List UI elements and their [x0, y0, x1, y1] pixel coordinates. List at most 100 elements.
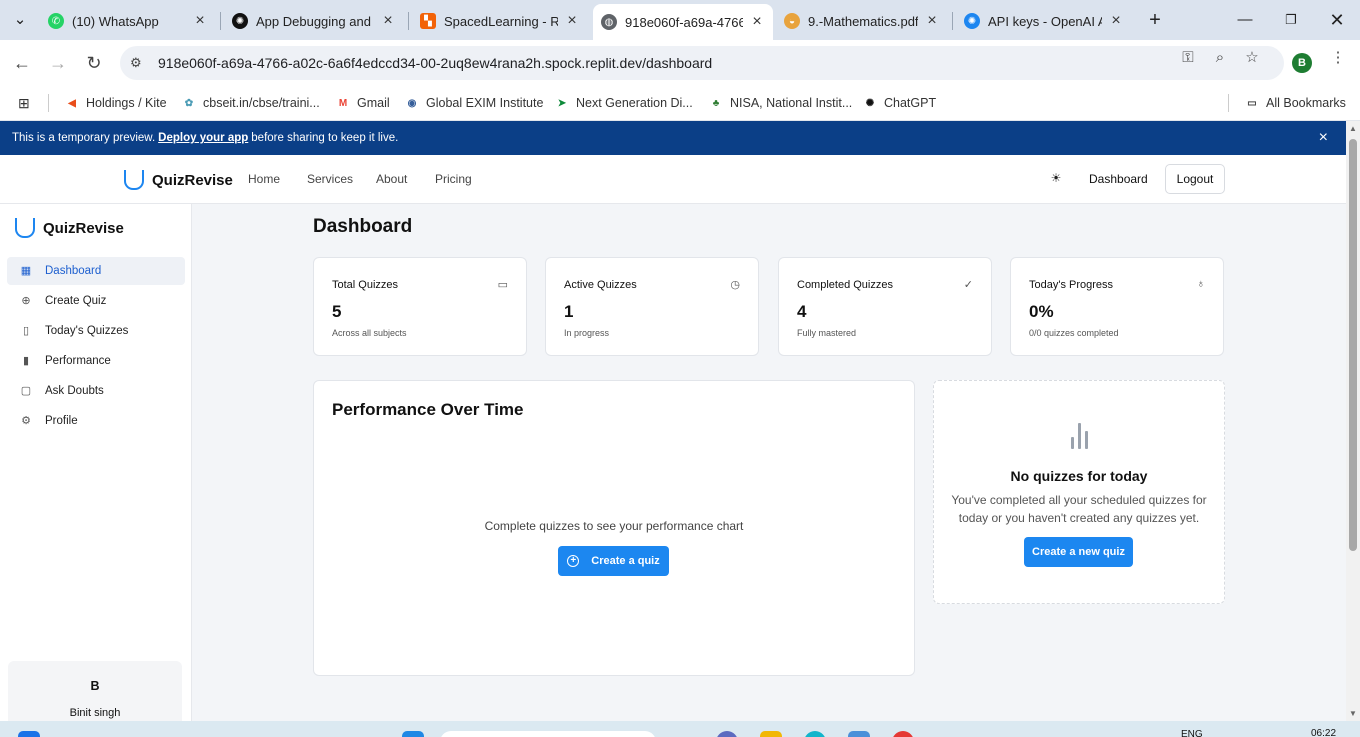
stat-value: 0%	[1029, 302, 1054, 321]
apps-grid-icon[interactable]: ⊞	[18, 93, 30, 113]
close-tab-icon[interactable]: ×	[380, 12, 396, 30]
sidebar-item-ask-doubts[interactable]: ▢ Ask Doubts	[7, 377, 185, 405]
close-icon[interactable]: ×	[1319, 129, 1328, 147]
browser-tab-chatgpt[interactable]: ✺ App Debugging and ×	[224, 6, 404, 36]
nav-services[interactable]: Services	[307, 172, 353, 186]
scrollbar-thumb[interactable]	[1349, 139, 1357, 551]
tab-label: (10) WhatsApp	[72, 13, 159, 29]
sidebar-brand[interactable]: QuizRevise	[15, 218, 124, 238]
stat-subtitle: Across all subjects	[332, 328, 407, 338]
whatsapp-icon: ✆	[48, 13, 64, 29]
scroll-up-icon[interactable]: ▲	[1349, 124, 1357, 133]
globe-icon: ◍	[601, 14, 617, 30]
app-navbar: QuizRevise Home Services About Pricing ☀…	[0, 155, 1346, 204]
nav-pricing[interactable]: Pricing	[435, 172, 472, 186]
create-quiz-button[interactable]: + Create a quiz	[558, 546, 669, 576]
forward-icon[interactable]: →	[45, 50, 71, 76]
menu-dots-icon[interactable]: ⋮	[1328, 48, 1348, 68]
bar-chart-icon: ▮	[22, 355, 30, 367]
close-tab-icon[interactable]: ×	[924, 12, 940, 30]
edge-icon[interactable]	[804, 731, 826, 737]
page-title: Dashboard	[313, 216, 413, 237]
page-scrollbar[interactable]: ▲ ▼	[1346, 121, 1360, 721]
browser-tab-replit[interactable]: ▚ SpacedLearning - Rep ×	[412, 6, 588, 36]
close-window-icon[interactable]: ✕	[1325, 8, 1349, 32]
chatgpt-icon: ✺	[865, 97, 875, 109]
bookmark-star-icon[interactable]: ☆	[1242, 48, 1262, 68]
replit-icon: ▚	[420, 13, 436, 29]
bookmark-exim[interactable]: ◉ Global EXIM Institute	[404, 93, 544, 113]
button-label: Create a new quiz	[1032, 546, 1125, 558]
bookmark-next-gen[interactable]: ➤ Next Generation Di...	[554, 93, 693, 113]
stat-subtitle: 0/0 quizzes completed	[1029, 328, 1119, 338]
avatar: B	[90, 679, 100, 693]
close-tab-icon[interactable]: ×	[192, 12, 208, 30]
stat-card-active: Active Quizzes ◷ 1 In progress	[545, 257, 759, 356]
deploy-link[interactable]: Deploy your app	[158, 132, 248, 144]
tab-label: SpacedLearning - Rep	[444, 13, 558, 29]
taskbar-search-box[interactable]	[440, 731, 656, 737]
new-tab-icon[interactable]: +	[1143, 8, 1167, 32]
bookmark-chatgpt[interactable]: ✺ ChatGPT	[862, 93, 936, 113]
stat-card-completed: Completed Quizzes ✓ 4 Fully mastered	[778, 257, 992, 356]
navbar-brand[interactable]: QuizRevise	[124, 170, 233, 190]
sidebar-item-profile[interactable]: ⚙ Profile	[7, 407, 185, 435]
tab-divider	[408, 12, 409, 30]
arrow-icon: ➤	[557, 97, 567, 109]
bookmark-gmail[interactable]: M Gmail	[335, 93, 390, 113]
all-bookmarks[interactable]: ▭ All Bookmarks	[1244, 93, 1346, 113]
store-icon[interactable]	[848, 731, 870, 737]
nav-dashboard[interactable]: Dashboard	[1089, 172, 1148, 186]
sidebar-item-create-quiz[interactable]: ⊕ Create Quiz	[7, 287, 185, 315]
file-explorer-icon[interactable]	[760, 731, 782, 737]
tab-divider	[952, 12, 953, 30]
empty-state-title: No quizzes for today	[1010, 468, 1148, 484]
browser-tab-whatsapp[interactable]: ✆ (10) WhatsApp ×	[40, 6, 216, 36]
password-key-icon[interactable]: ⚿	[1178, 48, 1198, 68]
openai-icon: ✺	[964, 13, 980, 29]
bookmark-cbseit[interactable]: ✿ cbseit.in/cbse/traini...	[181, 93, 320, 113]
bookmark-kite[interactable]: ◀ Holdings / Kite	[64, 93, 166, 113]
scroll-down-icon[interactable]: ▼	[1349, 709, 1357, 718]
site-info-icon[interactable]: ⚙	[130, 55, 148, 71]
clock[interactable]: 06:22	[1311, 728, 1336, 737]
browser-toolbar: ← → ↻ ⚙ 918e060f-a69a-4766-a02c-6a6f4edc…	[0, 40, 1360, 85]
bookmark-label: NISA, National Instit...	[730, 96, 853, 110]
bookmark-nisa[interactable]: ♣ NISA, National Instit...	[708, 93, 853, 113]
close-tab-icon[interactable]: ×	[749, 13, 765, 31]
browser-tab-pdf[interactable]: ◒ 9.-Mathematics.pdf ×	[776, 6, 948, 36]
language-indicator[interactable]: ENG	[1181, 729, 1203, 737]
tab-divider	[220, 12, 221, 30]
sidebar-item-todays-quizzes[interactable]: ▯ Today's Quizzes	[7, 317, 185, 345]
taskbar-app-icon[interactable]	[716, 731, 738, 737]
start-icon[interactable]	[18, 731, 40, 737]
sidebar-item-performance[interactable]: ▮ Performance	[7, 347, 185, 375]
nav-about[interactable]: About	[376, 172, 407, 186]
profile-avatar[interactable]: B	[1292, 53, 1312, 73]
sidebar-item-label: Performance	[45, 355, 111, 367]
zoom-icon[interactable]: ⌕	[1210, 48, 1230, 68]
browser-tab-active[interactable]: ◍ 918e060f-a69a-4766 ×	[593, 4, 773, 40]
stat-subtitle: Fully mastered	[797, 328, 857, 338]
tab-search-icon[interactable]: ⌄	[8, 8, 32, 32]
logout-button[interactable]: Logout	[1165, 164, 1225, 194]
windows-logo-icon[interactable]	[402, 731, 424, 737]
restore-icon[interactable]: ❐	[1279, 8, 1303, 32]
sidebar-item-label: Dashboard	[45, 265, 102, 277]
close-tab-icon[interactable]: ×	[564, 12, 580, 30]
address-bar[interactable]: ⚙ 918e060f-a69a-4766-a02c-6a6f4edccd34-0…	[120, 46, 1284, 80]
close-tab-icon[interactable]: ×	[1108, 12, 1124, 30]
performance-empty-text: Complete quizzes to see your performance…	[484, 519, 744, 533]
sidebar-item-dashboard[interactable]: ▦ Dashboard	[7, 257, 185, 285]
sun-icon[interactable]: ☀	[1048, 171, 1064, 187]
url-text: 918e060f-a69a-4766-a02c-6a6f4edccd34-00-…	[158, 55, 713, 71]
nav-home[interactable]: Home	[248, 172, 280, 186]
chrome-icon[interactable]	[892, 731, 914, 737]
cbse-icon: ✿	[184, 97, 194, 109]
chatgpt-icon: ✺	[232, 13, 248, 29]
reload-icon[interactable]: ↻	[81, 50, 107, 76]
minimize-icon[interactable]: —	[1233, 8, 1257, 32]
browser-tab-openai[interactable]: ✺ API keys - OpenAI AP ×	[956, 6, 1132, 36]
back-icon[interactable]: ←	[9, 50, 35, 76]
create-new-quiz-button[interactable]: Create a new quiz	[1024, 537, 1133, 567]
